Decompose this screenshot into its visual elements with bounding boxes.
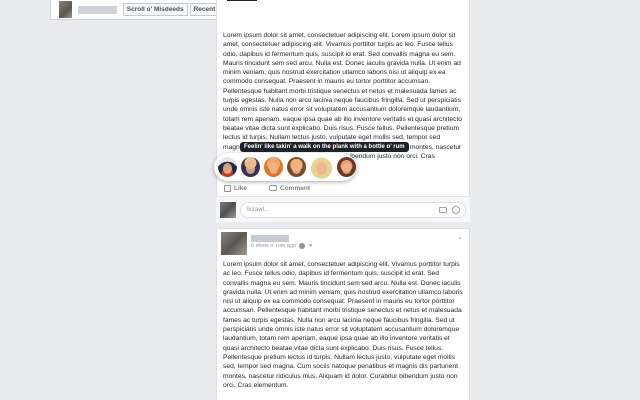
reaction-5-icon[interactable] bbox=[310, 155, 333, 179]
commenter-avatar bbox=[220, 201, 236, 218]
scroll-of-misdeeds-label: Scroll o' Misdeeds bbox=[126, 6, 184, 13]
like-label: Like bbox=[234, 184, 248, 192]
post-2-body-text: Lorem ipsum dolor sit amet, consectetuer… bbox=[223, 261, 463, 389]
comment-label: Comment bbox=[280, 184, 310, 192]
post-divider bbox=[227, 0, 257, 1]
thumbs-up-icon bbox=[224, 184, 231, 192]
comment-composer: Scrawl... bbox=[216, 196, 470, 222]
comment-placeholder: Scrawl... bbox=[246, 206, 270, 213]
camera-icon[interactable] bbox=[439, 206, 447, 213]
post-2-header: 6 shots o' rum ago ▼ ⌄ bbox=[217, 229, 469, 257]
smiley-icon[interactable] bbox=[452, 205, 460, 214]
profile-name-redacted[interactable] bbox=[77, 5, 117, 14]
like-button[interactable]: Like bbox=[224, 184, 248, 192]
scroll-of-misdeeds-tab[interactable]: Scroll o' Misdeeds bbox=[122, 3, 188, 16]
post-actions-row: Like Comment bbox=[216, 180, 470, 196]
post-2-avatar[interactable] bbox=[221, 232, 247, 255]
post-2-timestamp[interactable]: 6 shots o' rum ago bbox=[251, 243, 296, 249]
globe-icon[interactable] bbox=[299, 243, 306, 249]
post-2-meta: 6 shots o' rum ago ▼ bbox=[251, 243, 313, 249]
chevron-down-icon[interactable]: ▼ bbox=[308, 243, 313, 249]
comment-button[interactable]: Comment bbox=[269, 185, 310, 192]
reaction-3-icon[interactable] bbox=[264, 157, 284, 177]
profile-avatar[interactable] bbox=[59, 1, 72, 18]
post-2-author-redacted[interactable] bbox=[251, 235, 289, 242]
comment-bubble-icon bbox=[269, 185, 278, 191]
comment-input[interactable]: Scrawl... bbox=[240, 201, 466, 218]
post-card-2: 6 shots o' rum ago ▼ ⌄ Lorem ipsum dolor… bbox=[216, 228, 470, 400]
reactions-bar bbox=[214, 153, 356, 181]
reaction-6-icon[interactable] bbox=[336, 157, 356, 177]
reaction-tooltip: Feelin' like takin' a walk on the plank … bbox=[240, 142, 409, 152]
post-options-chevron-icon[interactable]: ⌄ bbox=[457, 233, 463, 241]
reaction-2-icon[interactable] bbox=[241, 157, 261, 177]
reaction-4-icon[interactable] bbox=[287, 157, 307, 177]
reaction-1-icon[interactable] bbox=[218, 157, 238, 177]
